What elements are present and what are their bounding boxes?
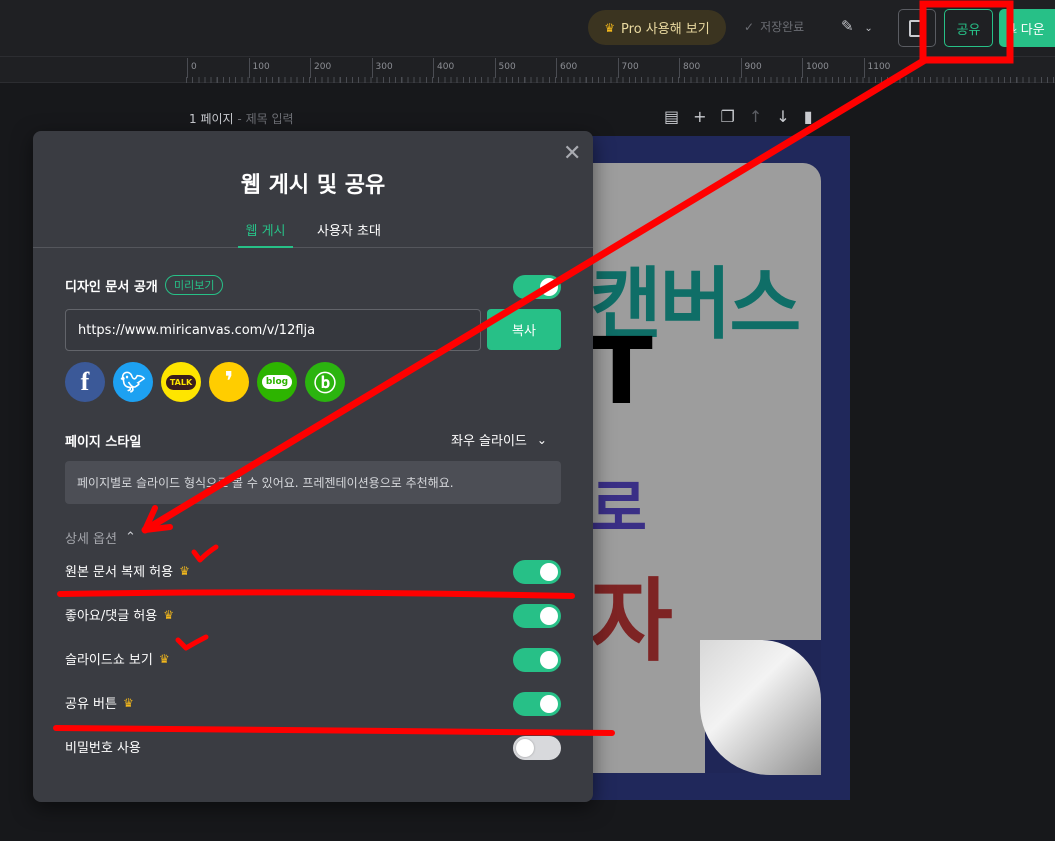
naver-blog-share-icon[interactable]: blog [257,362,297,402]
ruler-tick-label: 600 [555,58,578,78]
crown-icon: ♛ [158,651,170,666]
pen-icon: ✎ [841,17,854,35]
top-toolbar: ♛ Pro 사용해 보기 ✓ 저장완료 ✎ ⌄ 공유 ⤓ 다운 [0,0,1055,57]
page-number-label: 1 페이지 [189,112,234,126]
facebook-glyph: f [80,367,90,396]
save-status: ✓ 저장완료 [744,18,804,35]
kakaotalk-glyph: TALK [165,374,197,390]
publish-toggle[interactable] [513,275,561,299]
share-button-label: 공유 [956,22,981,38]
close-icon[interactable]: ✕ [563,141,581,166]
kakaostory-share-icon[interactable]: ❜ [209,362,249,402]
memo-icon[interactable]: ▤ [664,107,679,126]
option-label: 좋아요/댓글 허용 [65,609,158,624]
page-tools: ▤ + ❐ ↑ ↓ ▮ [664,107,813,126]
option-label: 슬라이드쇼 보기 [65,653,153,668]
band-glyph: ⓑ [313,372,336,397]
ruler-tick-label: 100 [248,58,270,78]
ruler-tick-label: 800 [678,58,701,78]
download-button[interactable]: ⤓ 다운 [999,9,1055,47]
page-title-input[interactable]: 제목 입력 [246,112,294,126]
password-toggle[interactable] [513,736,561,760]
save-status-label: 저장완료 [760,20,805,34]
crown-icon: ♛ [122,695,134,710]
kakaostory-glyph: ❜ [224,367,234,397]
page-style-label: 페이지 스타일 [65,435,142,450]
option-label: 공유 버튼 [65,697,117,712]
option-likes-comments: 좋아요/댓글 허용 ♛ [65,605,174,625]
ruler-scale: 0 100 200 300 400 500 600 700 800 900 1000 1100 [186,57,1055,83]
save-button[interactable] [898,9,936,47]
ruler-tick-label: 500 [494,58,516,78]
option-allow-copy: 원본 문서 복제 허용 ♛ [65,561,190,581]
crown-icon: ♛ [179,563,190,578]
modal-tabs: 웹 게시 사용자 초대 [33,217,593,248]
chevron-up-icon: ⌃ [124,530,136,545]
facebook-share-icon[interactable]: f [65,362,105,402]
delete-page-icon[interactable]: ▮ [804,107,813,126]
modal-title: 웹 게시 및 공유 [240,173,386,198]
page-style-info: 페이지별로 슬라이드 형식으로 볼 수 있어요. 프레젠테이션용으로 추천해요. [65,461,561,504]
page-header: 1 페이지 - 제목 입력 [189,112,294,126]
ruler-tick-label: 300 [371,58,393,78]
likes-comments-toggle[interactable] [513,604,561,628]
crown-icon: ♛ [163,607,174,622]
ruler-tick-label: 400 [432,58,455,78]
tab-web-publish[interactable]: 웹 게시 [238,220,293,248]
detail-options-label: 상세 옵션 [65,532,117,547]
floppy-icon [908,19,926,37]
option-slideshow: 슬라이드쇼 보기 ♛ [65,649,170,669]
tab-invite-users[interactable]: 사용자 초대 [317,220,381,239]
move-down-icon[interactable]: ↓ [776,107,789,126]
page-style-dropdown[interactable]: 좌우 슬라이드 ⌄ [451,430,547,450]
download-icon: ⤓ [1011,20,1017,36]
share-button-toggle[interactable] [513,692,561,716]
horizontal-ruler: 0 100 200 300 400 500 600 700 800 900 1000 1100 [0,57,1055,83]
chevron-down-icon: ⌄ [536,432,547,447]
chevron-down-icon: ⌄ [864,23,873,34]
crown-icon: ♛ [604,20,616,35]
design-text-4: 자 [590,569,673,674]
detail-options-toggle[interactable]: 상세 옵션 ⌃ [65,528,136,547]
publish-doc-label: 디자인 문서 공개 [65,280,158,295]
band-share-icon[interactable]: ⓑ [305,362,345,402]
design-text-3: 로 [590,472,648,545]
design-text-2: T [590,318,653,425]
copy-url-button[interactable]: 복사 [487,309,561,350]
allow-copy-toggle[interactable] [513,560,561,584]
ruler-tick-label: 200 [309,58,332,78]
option-password: 비밀번호 사용 [65,737,141,756]
pro-trial-button[interactable]: ♛ Pro 사용해 보기 [588,10,726,45]
ruler-tick-label: 0 [187,58,197,78]
twitter-share-icon[interactable]: 🐦︎ [113,362,153,402]
share-button[interactable]: 공유 [944,9,993,47]
option-label: 비밀번호 사용 [65,741,141,756]
edit-mode-dropdown[interactable]: ✎ ⌄ [841,17,873,35]
check-icon: ✓ [744,19,755,34]
add-page-icon[interactable]: + [693,107,706,126]
twitter-bird-icon: 🐦︎ [120,370,146,394]
page-style-value: 좌우 슬라이드 [451,434,527,449]
move-up-icon[interactable]: ↑ [749,107,762,126]
preview-button[interactable]: 미리보기 [165,275,224,295]
duplicate-page-icon[interactable]: ❐ [721,107,735,126]
download-button-label: 다운 [1020,22,1045,38]
pro-trial-label: Pro 사용해 보기 [621,22,710,37]
option-label: 원본 문서 복제 허용 [65,565,174,580]
share-url-field[interactable]: https://www.miricanvas.com/v/12flja [65,309,481,351]
ruler-tick-label: 1000 [802,58,829,78]
ruler-tick-label: 700 [617,58,639,78]
slideshow-toggle[interactable] [513,648,561,672]
blog-glyph: blog [261,375,293,389]
kakaotalk-share-icon[interactable]: TALK [161,362,201,402]
ruler-tick-label: 1100 [863,58,891,78]
option-share-button: 공유 버튼 ♛ [65,693,134,713]
publish-share-modal: ✕ 웹 게시 및 공유 웹 게시 사용자 초대 디자인 문서 공개 미리보기 h… [33,131,593,802]
ruler-tick-label: 900 [740,58,762,78]
